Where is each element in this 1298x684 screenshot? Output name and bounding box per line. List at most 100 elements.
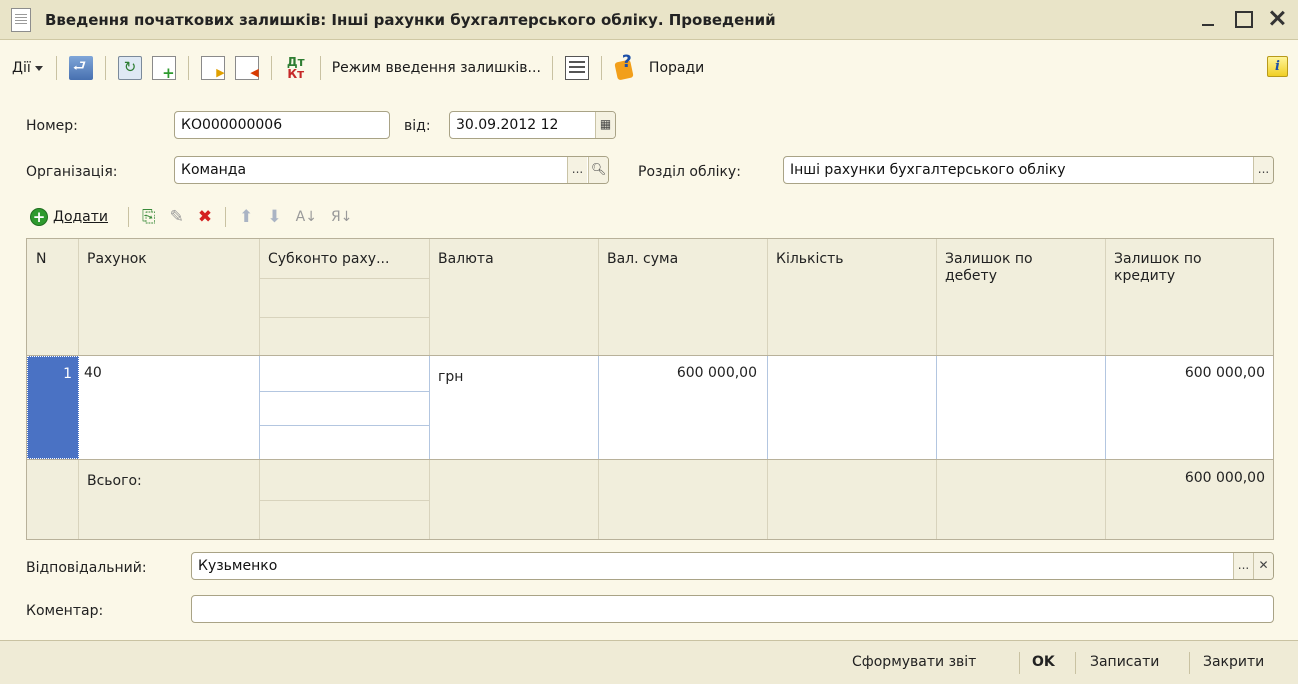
select-ellipsis-icon[interactable]: ... — [1233, 553, 1253, 579]
organization-label: Організація: — [26, 164, 118, 180]
column-header[interactable]: Кількість — [768, 239, 937, 355]
bar-separator — [1189, 652, 1190, 674]
column-header[interactable]: Рахунок — [79, 239, 260, 355]
add-row-button[interactable]: Додати — [53, 209, 108, 225]
clear-icon[interactable]: ✕ — [1253, 553, 1273, 579]
column-header[interactable]: Залишок по дебету — [937, 239, 1106, 355]
search-icon[interactable]: 🔍︎ — [588, 157, 608, 183]
toolbar-separator — [551, 56, 553, 80]
footer-cell — [599, 460, 768, 539]
responsible-field[interactable]: Кузьменко ... ✕ — [191, 552, 1274, 580]
calendar-icon[interactable]: ▦ — [595, 112, 615, 138]
toolbar-separator — [600, 56, 602, 80]
column-header[interactable]: Валюта — [430, 239, 599, 355]
responsible-label: Відповідальний: — [26, 560, 147, 576]
responsible-value: Кузьменко — [198, 558, 278, 574]
minimize-icon[interactable] — [1198, 6, 1220, 30]
credit-balance-cell[interactable]: 600 000,00 — [1106, 356, 1273, 459]
select-ellipsis-icon[interactable]: ... — [1253, 157, 1273, 183]
section-label: Розділ обліку: — [638, 164, 741, 180]
delete-icon[interactable]: ✖ — [198, 207, 212, 227]
sort-descending-icon[interactable]: Я↓ — [331, 209, 352, 225]
subconto-slot[interactable] — [260, 425, 429, 459]
quantity-cell[interactable] — [768, 356, 937, 459]
move-down-icon[interactable]: ⬇ — [267, 207, 281, 227]
edit-pencil-icon[interactable]: ✎ — [170, 207, 184, 227]
organization-value: Команда — [181, 162, 247, 178]
generate-report-button[interactable]: Сформувати звіт — [852, 654, 976, 670]
column-header[interactable]: Вал. сума — [599, 239, 768, 355]
copy-row-icon[interactable]: ⎘ — [142, 207, 156, 227]
toolbar-separator — [128, 207, 130, 227]
currency-sum-cell[interactable]: 600 000,00 — [599, 356, 768, 459]
kt-label: Кт — [287, 67, 305, 81]
actions-menu[interactable]: Дії — [12, 60, 43, 76]
toolbar-separator — [225, 207, 227, 227]
actions-menu-label: Дії — [12, 60, 31, 76]
column-header-label: Субконто раху... — [268, 251, 390, 267]
date-value: 30.09.2012 12 — [456, 117, 559, 133]
toolbar-separator — [270, 56, 272, 80]
footer-cell — [27, 460, 79, 539]
title-bar: Введення початкових залишків: Інші рахун… — [0, 0, 1298, 40]
dt-kt-postings-icon[interactable]: Дт Кт — [284, 56, 308, 80]
add-icon[interactable]: + — [30, 208, 48, 226]
footer-cell — [768, 460, 937, 539]
toolbar-separator — [104, 56, 106, 80]
main-toolbar: Дії Дт Кт Режим введення залишків... Пор… — [0, 41, 1298, 95]
balances-table[interactable]: N Рахунок Субконто раху... Валюта Вал. с… — [26, 238, 1274, 540]
subconto-slot[interactable] — [260, 391, 429, 425]
subconto-header-slot — [260, 317, 429, 355]
column-header-subconto[interactable]: Субконто раху... — [260, 239, 430, 355]
balance-mode-button[interactable]: Режим введення залишків... — [332, 60, 541, 76]
column-header[interactable]: Залишок по кредиту — [1106, 239, 1273, 355]
list-view-icon[interactable] — [564, 56, 589, 80]
debit-balance-cell[interactable] — [937, 356, 1106, 459]
chevron-down-icon — [34, 65, 43, 71]
footer-total-label: Всього: — [79, 460, 260, 539]
currency-cell[interactable]: грн — [430, 356, 599, 459]
refresh-icon[interactable] — [117, 56, 142, 80]
import-icon[interactable] — [68, 56, 93, 81]
footer-cell — [430, 460, 599, 539]
copy-document-icon[interactable] — [151, 56, 176, 82]
post-document-icon[interactable] — [200, 56, 225, 80]
select-ellipsis-icon[interactable]: ... — [567, 157, 587, 183]
footer-credit-total: 600 000,00 — [1106, 460, 1273, 539]
sort-ascending-icon[interactable]: A↓ — [296, 209, 317, 225]
move-up-icon[interactable]: ⬆ — [239, 207, 253, 227]
date-from-label: від: — [404, 118, 431, 134]
toolbar-separator — [187, 56, 189, 80]
bar-separator — [1019, 652, 1020, 674]
section-value: Інші рахунки бухгалтерського обліку — [790, 162, 1066, 178]
column-header[interactable]: N — [27, 239, 79, 355]
window-title: Введення початкових залишків: Інші рахун… — [45, 10, 776, 29]
close-icon[interactable] — [1266, 6, 1288, 30]
footer-cell — [260, 460, 430, 539]
tips-icon[interactable] — [614, 52, 640, 81]
table-toolbar: + Додати ⎘ ✎ ✖ ⬆ ⬇ A↓ Я↓ — [30, 202, 359, 232]
subconto-cell[interactable] — [260, 356, 430, 459]
maximize-icon[interactable] — [1232, 6, 1254, 30]
section-field[interactable]: Інші рахунки бухгалтерського обліку ... — [783, 156, 1274, 184]
date-field[interactable]: 30.09.2012 12 ▦ — [449, 111, 616, 139]
account-cell[interactable]: 40 — [79, 356, 260, 459]
footer-slot — [260, 500, 429, 539]
bar-separator — [1075, 652, 1076, 674]
save-button[interactable]: Записати — [1090, 654, 1159, 670]
number-label: Номер: — [26, 118, 78, 134]
bottom-command-bar: Сформувати звіт OK Записати Закрити — [0, 640, 1298, 684]
close-button[interactable]: Закрити — [1203, 654, 1264, 670]
organization-field[interactable]: Команда ... 🔍︎ — [174, 156, 609, 184]
toolbar-separator — [319, 56, 321, 80]
comment-field[interactable] — [191, 595, 1274, 623]
tips-button[interactable]: Поради — [649, 60, 704, 76]
footer-cell — [937, 460, 1106, 539]
unpost-document-icon[interactable] — [234, 56, 259, 80]
subconto-header-slot — [260, 278, 429, 317]
ok-button[interactable]: OK — [1032, 654, 1055, 670]
info-icon[interactable]: i — [1267, 56, 1288, 77]
number-field[interactable]: КО000000006 — [174, 111, 390, 139]
comment-label: Коментар: — [26, 603, 104, 619]
row-number-cell[interactable]: 1 — [27, 356, 79, 459]
